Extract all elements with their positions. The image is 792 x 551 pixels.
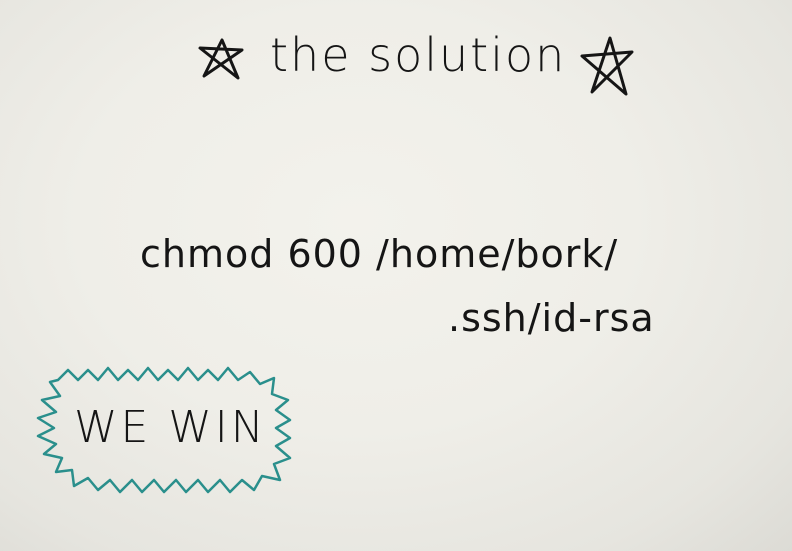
star-icon xyxy=(580,36,634,96)
command-line-1: chmod 600 /home/bork/ xyxy=(140,232,619,276)
we-win-label: WE WIN xyxy=(74,402,267,453)
command-line-2: .ssh/id-rsa xyxy=(448,296,655,340)
star-icon xyxy=(198,38,244,80)
page-title: the solution xyxy=(270,28,567,82)
whiteboard-card: the solution chmod 600 /home/bork/ .ssh/… xyxy=(0,0,792,551)
